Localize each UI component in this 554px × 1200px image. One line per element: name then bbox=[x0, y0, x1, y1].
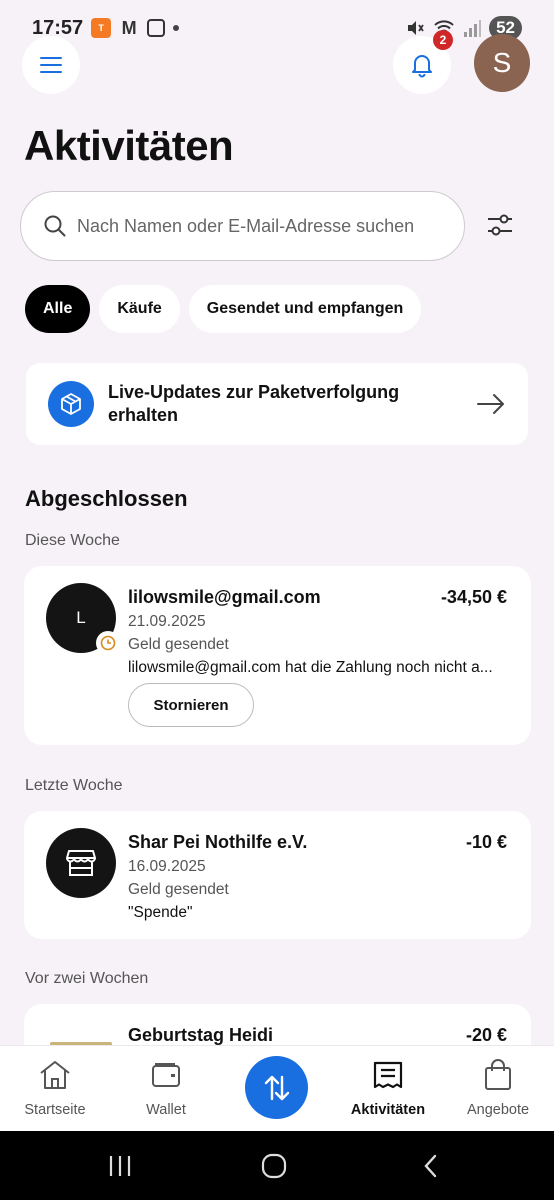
nav-offers[interactable]: Angebote bbox=[448, 1058, 548, 1118]
home-circle-icon bbox=[261, 1153, 287, 1179]
transaction-amount: -20 € bbox=[465, 1025, 507, 1045]
bottom-navigation: Startseite Wallet Aktivitäten Angebote bbox=[0, 1045, 554, 1131]
transaction-type: Geld gesendet bbox=[128, 881, 229, 898]
cancel-button[interactable]: Stornieren bbox=[128, 683, 254, 727]
hamburger-menu-icon bbox=[40, 57, 62, 73]
transaction-card[interactable]: L lilowsmile@gmail.com -34,50 € 21.09.20… bbox=[24, 566, 531, 745]
search-input[interactable] bbox=[77, 215, 437, 237]
send-request-button[interactable] bbox=[245, 1056, 308, 1119]
transaction-amount: -34,50 € bbox=[440, 587, 507, 607]
package-tracking-banner[interactable]: Live-Updates zur Paketverfolgung erhalte… bbox=[26, 363, 528, 445]
pending-clock-icon bbox=[96, 631, 120, 655]
transaction-type: Geld gesendet bbox=[128, 636, 229, 653]
avatar bbox=[46, 828, 116, 898]
system-navigation-bar bbox=[0, 1131, 554, 1200]
filter-button[interactable] bbox=[480, 205, 520, 245]
more-notifications-dot bbox=[173, 25, 180, 31]
notifications-button[interactable]: 2 bbox=[393, 30, 453, 94]
shopping-bag-icon bbox=[485, 1059, 511, 1090]
wallet-icon bbox=[152, 1063, 180, 1087]
transaction-date: 16.09.2025 bbox=[128, 858, 206, 875]
nav-home-label: Startseite bbox=[24, 1102, 86, 1118]
nav-wallet-label: Wallet bbox=[146, 1102, 186, 1118]
group-label-two-weeks-ago: Vor zwei Wochen bbox=[25, 970, 149, 987]
section-heading: Abgeschlossen bbox=[25, 486, 188, 511]
back-button[interactable] bbox=[416, 1151, 446, 1181]
home-button[interactable] bbox=[259, 1151, 289, 1181]
transaction-card[interactable]: Shar Pei Nothilfe e.V. -10 € 16.09.2025 … bbox=[24, 811, 531, 939]
nav-activities[interactable]: Aktivitäten bbox=[338, 1058, 438, 1118]
transaction-name: lilowsmile@gmail.com bbox=[128, 587, 321, 607]
chip-sent-received[interactable]: Gesendet und empfangen bbox=[188, 285, 422, 333]
menu-button[interactable] bbox=[22, 36, 80, 94]
page-title: Aktivitäten bbox=[24, 122, 234, 169]
top-app-bar: 2 S bbox=[0, 30, 554, 94]
transaction-note: "Spende" bbox=[128, 904, 193, 921]
transaction-date: 21.09.2025 bbox=[128, 613, 206, 630]
transaction-amount: -10 € bbox=[465, 832, 507, 852]
search-icon bbox=[44, 215, 66, 237]
nav-home[interactable]: Startseite bbox=[5, 1058, 105, 1118]
recent-apps-icon bbox=[109, 1156, 131, 1176]
nav-offers-label: Angebote bbox=[466, 1102, 530, 1118]
transfer-arrows-icon bbox=[264, 1075, 289, 1100]
sliders-icon bbox=[488, 214, 512, 236]
package-icon bbox=[48, 381, 94, 427]
recent-apps-button[interactable] bbox=[105, 1151, 135, 1181]
group-label-last-week: Letzte Woche bbox=[25, 777, 123, 794]
back-chevron-icon bbox=[424, 1154, 437, 1178]
avatar-initial: L bbox=[76, 608, 86, 627]
filter-chips: Alle Käufe Gesendet und empfangen bbox=[25, 285, 422, 333]
bell-icon bbox=[412, 55, 432, 78]
chip-purchases[interactable]: Käufe bbox=[99, 285, 180, 333]
chip-all[interactable]: Alle bbox=[25, 285, 91, 333]
notification-badge: 2 bbox=[433, 30, 453, 50]
arrow-right-icon bbox=[477, 394, 504, 414]
group-label-this-week: Diese Woche bbox=[25, 532, 120, 549]
transaction-name: Shar Pei Nothilfe e.V. bbox=[128, 832, 308, 852]
profile-avatar-button[interactable]: S bbox=[474, 34, 530, 92]
avatar: L bbox=[46, 583, 120, 655]
home-icon bbox=[40, 1061, 70, 1089]
transaction-name: Geburtstag Heidi bbox=[128, 1025, 274, 1045]
nav-wallet[interactable]: Wallet bbox=[116, 1058, 216, 1118]
store-icon bbox=[66, 850, 96, 876]
transaction-note: lilowsmile@gmail.com hat die Zahlung noc… bbox=[128, 659, 493, 676]
nav-activities-label: Aktivitäten bbox=[350, 1102, 426, 1118]
search-bar[interactable] bbox=[20, 191, 465, 261]
activity-icon bbox=[373, 1061, 403, 1089]
promo-text: Live-Updates zur Paketverfolgung erhalte… bbox=[108, 382, 400, 425]
